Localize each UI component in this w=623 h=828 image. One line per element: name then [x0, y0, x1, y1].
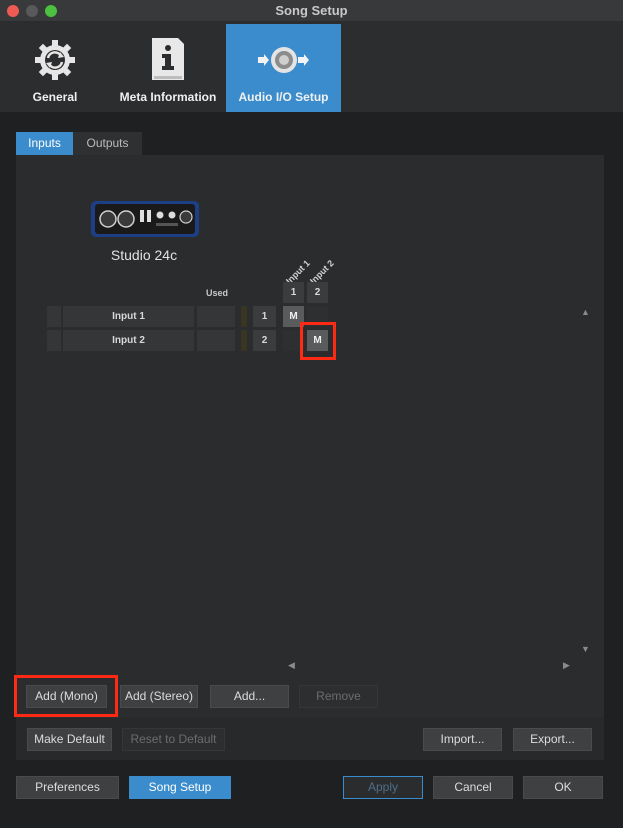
window-title: Song Setup [275, 3, 348, 18]
row-used-cell [197, 306, 235, 327]
import-button[interactable]: Import... [423, 728, 502, 751]
defaults-toolbar: Make Default Reset to Default Import... … [16, 718, 604, 760]
add-button[interactable]: Add... [210, 685, 289, 708]
highlight-box-matrix-cell [300, 322, 336, 360]
info-document-icon [148, 36, 188, 85]
io-matrix-panel: Studio 24c Input 1 Input 2 Used 1 2 Inpu… [14, 155, 604, 718]
tab-meta-information[interactable]: Meta Information [110, 24, 226, 112]
scroll-left-arrow-icon[interactable]: ◀ [288, 660, 295, 671]
apply-button[interactable]: Apply [343, 776, 423, 799]
main-area: Inputs Outputs Studio 24c Input 1 Input … [0, 112, 623, 828]
row-handle[interactable] [47, 330, 61, 351]
gear-refresh-icon [31, 36, 79, 87]
tab-meta-information-label: Meta Information [119, 90, 217, 104]
highlight-box-add-mono [14, 675, 118, 717]
preferences-button[interactable]: Preferences [16, 776, 119, 799]
tab-general[interactable]: General [0, 24, 110, 112]
make-default-button[interactable]: Make Default [27, 728, 112, 751]
row-color-strip [241, 306, 247, 327]
row-number-2: 2 [253, 330, 276, 351]
column-number-2: 2 [307, 282, 328, 303]
studio-24c-device-image [90, 200, 200, 241]
audio-io-speaker-icon [256, 40, 312, 83]
remove-button[interactable]: Remove [299, 685, 378, 708]
song-setup-button[interactable]: Song Setup [129, 776, 231, 799]
scroll-up-arrow-icon[interactable]: ▲ [581, 307, 590, 317]
tab-audio-io-setup[interactable]: Audio I/O Setup [226, 24, 341, 112]
title-bar: Song Setup [0, 0, 623, 22]
row-name-input-2[interactable]: Input 2 [63, 330, 194, 351]
reset-to-default-button[interactable]: Reset to Default [122, 728, 225, 751]
tab-general-label: General [32, 90, 78, 104]
tab-audio-io-setup-label: Audio I/O Setup [238, 90, 329, 104]
tab-outputs[interactable]: Outputs [73, 132, 142, 155]
scroll-down-arrow-icon[interactable]: ▼ [581, 644, 590, 654]
row-used-cell [197, 330, 235, 351]
export-button[interactable]: Export... [513, 728, 592, 751]
ok-button[interactable]: OK [523, 776, 603, 799]
scroll-right-arrow-icon[interactable]: ▶ [563, 660, 570, 671]
row-number-1: 1 [253, 306, 276, 327]
tab-inputs[interactable]: Inputs [16, 132, 73, 155]
used-label: Used [206, 288, 229, 298]
top-tab-bar: General Meta Information Audio I/O Setup [0, 22, 623, 112]
row-color-strip [241, 330, 247, 351]
add-stereo-button[interactable]: Add (Stereo) [120, 685, 198, 708]
cancel-button[interactable]: Cancel [433, 776, 513, 799]
row-handle[interactable] [47, 306, 61, 327]
column-number-1: 1 [283, 282, 304, 303]
device-name: Studio 24c [110, 247, 178, 263]
row-name-input-1[interactable]: Input 1 [63, 306, 194, 327]
